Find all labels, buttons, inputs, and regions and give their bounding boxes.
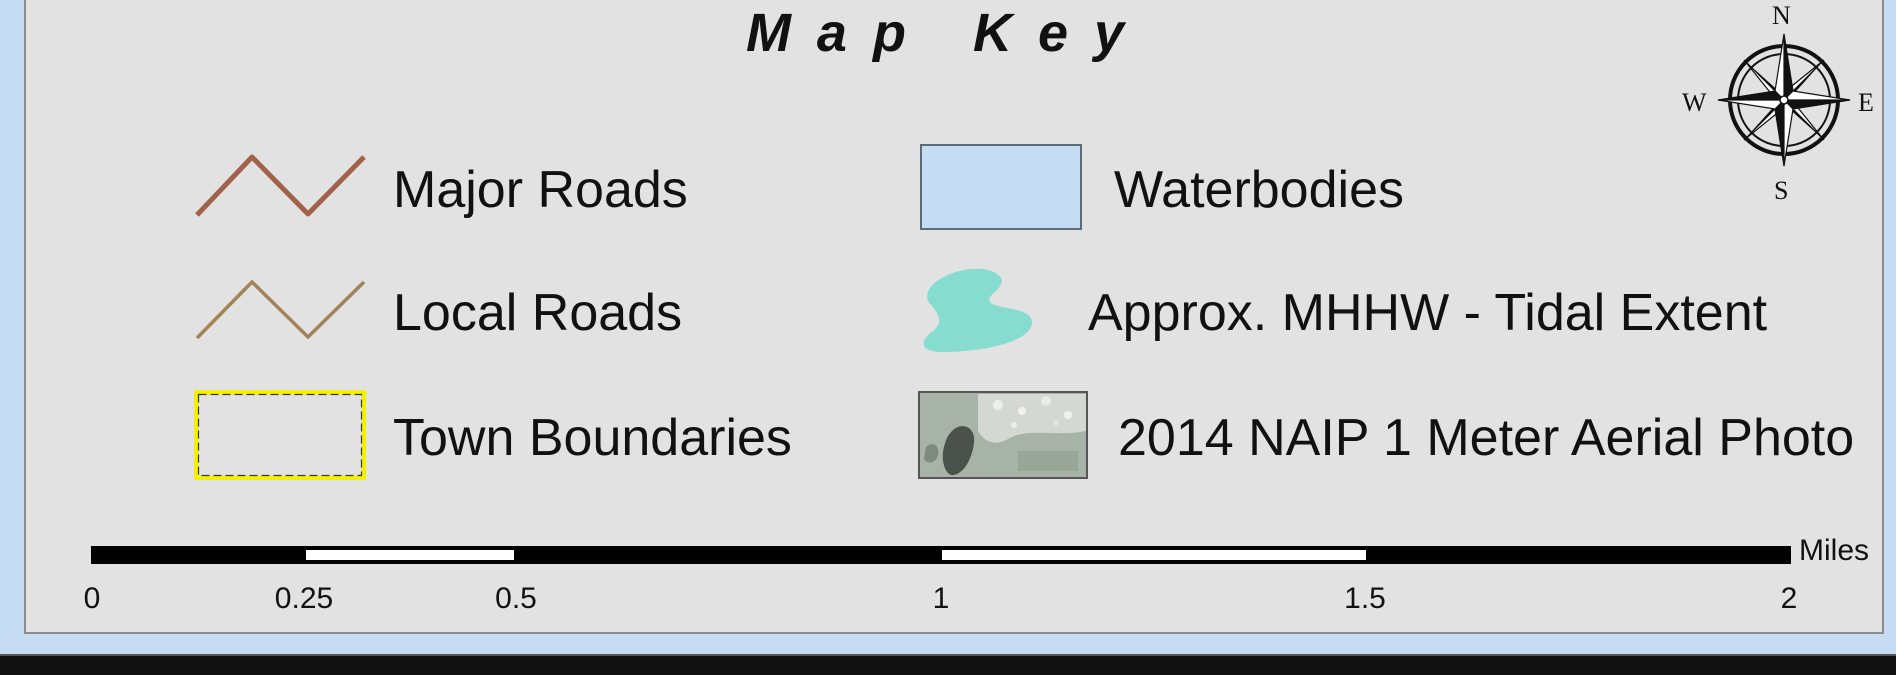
scale-tick-label: 0.5 [495, 582, 537, 615]
scale-bar [91, 546, 1791, 564]
town-boundaries-symbol [194, 390, 366, 480]
compass-east-label: E [1858, 88, 1874, 117]
major-roads-symbol [195, 154, 366, 217]
compass-south-label: S [1774, 176, 1789, 205]
scale-bar-unit: Miles [1799, 534, 1870, 567]
aerial-photo-symbol [918, 391, 1088, 479]
compass-north-label: N [1772, 1, 1791, 30]
map-key-title: Map Key [745, 3, 1151, 63]
waterbodies-symbol [920, 144, 1082, 230]
compass-west-label: W [1682, 88, 1707, 117]
legend-label-aerial-photo: 2014 NAIP 1 Meter Aerial Photo [1118, 409, 1855, 467]
scale-tick-label: 0 [83, 582, 101, 615]
scale-tick-label: 2 [1780, 582, 1798, 615]
legend-label-major-roads: Major Roads [393, 161, 688, 219]
tidal-extent-symbol [923, 268, 1033, 352]
bottom-border-bar [0, 654, 1896, 675]
scale-tick-label: 1.5 [1344, 582, 1386, 615]
legend-label-waterbodies: Waterbodies [1114, 161, 1404, 219]
legend-label-tidal-extent: Approx. MHHW - Tidal Extent [1088, 284, 1768, 342]
legend-label-local-roads: Local Roads [393, 284, 683, 342]
scale-tick-label: 1 [932, 582, 950, 615]
legend-label-town-boundaries: Town Boundaries [393, 409, 792, 467]
scale-tick-label: 0.25 [274, 582, 334, 615]
compass-rose-icon [1717, 33, 1851, 167]
local-roads-symbol [195, 280, 366, 340]
